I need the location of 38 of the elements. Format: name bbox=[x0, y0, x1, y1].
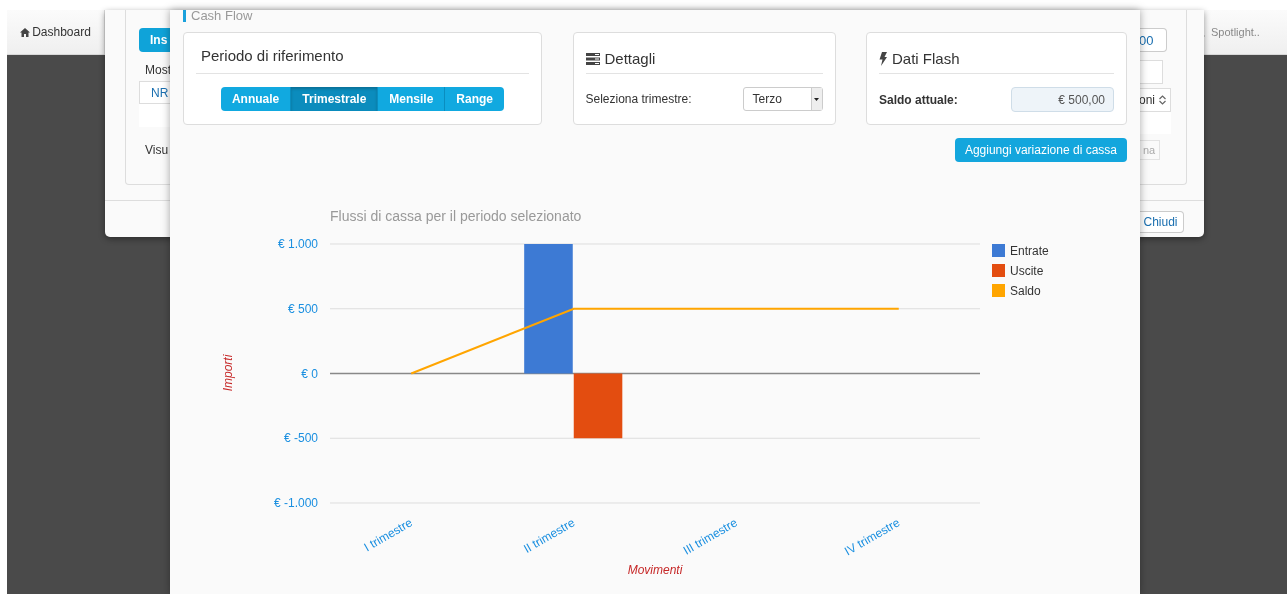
legend-label: Saldo bbox=[1010, 284, 1041, 298]
axis-label: € 0 bbox=[301, 366, 318, 381]
add-button[interactable]: Aggiungi variazione di cassa bbox=[954, 138, 1127, 162]
sort-arrows-icon bbox=[1159, 95, 1166, 105]
select-field[interactable]: oni bbox=[1139, 88, 1171, 112]
lightning-bolt-icon bbox=[879, 52, 887, 66]
axis-title: Importi bbox=[221, 354, 235, 392]
panel-title: Dati Flash bbox=[892, 49, 960, 69]
modal-title: Cash Flow bbox=[183, 10, 253, 22]
legend-label: Entrate bbox=[1010, 244, 1049, 258]
label: Visu bbox=[145, 143, 170, 157]
input-field[interactable]: 00 bbox=[1139, 28, 1167, 52]
field-label: Saldo attuale: bbox=[879, 92, 958, 107]
period-tab[interactable]: Annuale bbox=[220, 87, 292, 111]
period-tab[interactable]: Range bbox=[445, 87, 505, 111]
panel-title: Periodo di riferimento bbox=[196, 45, 529, 74]
legend-label: Uscite bbox=[1010, 264, 1044, 278]
field-label: Seleziona trimestre: bbox=[585, 92, 692, 106]
balance-field[interactable]: € 500,00 bbox=[1011, 87, 1114, 112]
panel-title: Dettagli bbox=[604, 49, 656, 69]
axis-label: € -1.000 bbox=[273, 496, 318, 510]
close-button[interactable]: Chiudi bbox=[1138, 211, 1184, 233]
caret-icon bbox=[814, 97, 819, 101]
quarter-select[interactable]: Terzo bbox=[742, 87, 823, 111]
list-icon bbox=[585, 53, 600, 65]
axis-title: Movimenti bbox=[627, 563, 683, 577]
table-header-cell: NR bbox=[139, 81, 170, 104]
label: Most bbox=[145, 63, 172, 77]
period-tab[interactable]: Mensile bbox=[378, 87, 446, 111]
axis-label: € 500 bbox=[287, 301, 318, 316]
insert-button[interactable]: Ins bbox=[139, 28, 170, 52]
axis-label: € 1.000 bbox=[277, 237, 318, 251]
chart-title: Flussi di cassa per il periodo selezionato bbox=[330, 208, 582, 224]
period-tab[interactable]: Trimestrale bbox=[291, 87, 379, 111]
axis-label: € -500 bbox=[283, 431, 318, 446]
search-field[interactable]: Spotlight.. bbox=[1211, 26, 1277, 38]
input-field[interactable] bbox=[1139, 60, 1163, 84]
home-icon bbox=[20, 27, 31, 37]
